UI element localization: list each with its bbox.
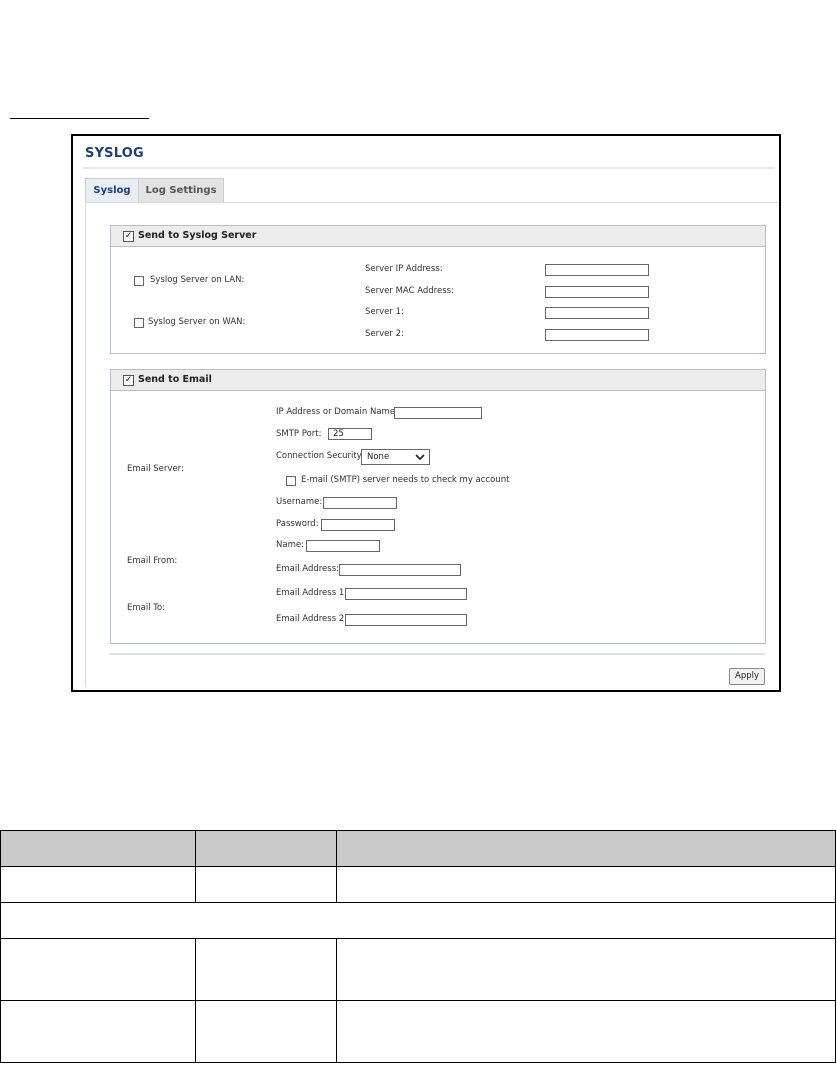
- tab-log-settings[interactable]: Log Settings: [138, 178, 224, 203]
- chevron-down-icon: [415, 450, 425, 469]
- page-title: SYSLOG: [85, 146, 144, 161]
- table-cell: [194, 866, 337, 903]
- table-cell: [194, 938, 337, 1001]
- table-cell: [0, 1000, 196, 1063]
- table-header-cell: [0, 830, 196, 867]
- password-input[interactable]: [321, 519, 395, 531]
- apply-button[interactable]: Apply: [729, 668, 765, 685]
- table-header-row: [0, 830, 837, 867]
- table-cell: [194, 1000, 337, 1063]
- apply-divider: [109, 653, 765, 655]
- syslog-section-header: ✓ Send to Syslog Server: [111, 226, 765, 247]
- table-cell: [0, 902, 836, 939]
- server1-input[interactable]: [545, 307, 649, 319]
- connection-security-label: Connection Security:: [276, 451, 364, 461]
- email-from-label: Email From:: [127, 556, 178, 566]
- syslog-lan-checkbox[interactable]: [134, 276, 144, 286]
- username-label: Username:: [276, 497, 323, 507]
- heading-underline: [10, 118, 149, 119]
- ip-domain-label: IP Address or Domain Name:: [276, 407, 398, 417]
- send-to-email-checkbox[interactable]: ✓: [123, 375, 134, 386]
- syslog-wan-label: Syslog Server on WAN:: [148, 317, 246, 327]
- smtp-port-input[interactable]: 25: [328, 428, 372, 440]
- from-address-label: Email Address:: [276, 564, 339, 574]
- smtp-auth-checkbox[interactable]: [286, 476, 296, 486]
- table-cell: [0, 938, 196, 1001]
- to-address2-label: Email Address 2:: [276, 614, 348, 624]
- parameter-table: [0, 830, 837, 1063]
- table-row: [0, 1000, 837, 1063]
- table-section-row: [0, 902, 836, 939]
- username-input[interactable]: [323, 497, 397, 509]
- table-row: [0, 938, 837, 1001]
- tab-syslog[interactable]: Syslog: [85, 178, 139, 203]
- table-header-cell: [194, 830, 337, 867]
- syslog-server-section: ✓ Send to Syslog Server Syslog Server on…: [110, 225, 766, 354]
- connection-security-select[interactable]: None: [361, 449, 430, 465]
- table-cell: [335, 866, 837, 903]
- to-address1-input[interactable]: [345, 588, 467, 600]
- from-name-input[interactable]: [306, 540, 380, 552]
- from-name-label: Name:: [276, 540, 304, 550]
- send-to-syslog-label: Send to Syslog Server: [138, 230, 257, 241]
- syslog-screenshot-frame: SYSLOG Syslog Log Settings ✓ Send to Sys…: [71, 134, 781, 692]
- server-mac-input[interactable]: [545, 286, 649, 298]
- server1-label: Server 1:: [365, 307, 404, 317]
- email-section-header: ✓ Send to Email: [111, 370, 765, 391]
- from-address-input[interactable]: [339, 564, 461, 576]
- table-cell: [335, 1000, 837, 1063]
- table-cell: [0, 866, 196, 903]
- send-to-email-section: ✓ Send to Email Email Server: Email From…: [110, 369, 766, 644]
- to-address2-input[interactable]: [345, 614, 467, 626]
- server-mac-label: Server MAC Address:: [365, 286, 454, 296]
- to-address1-label: Email Address 1:: [276, 588, 348, 598]
- table-cell: [335, 938, 837, 1001]
- server-ip-label: Server IP Address:: [365, 264, 443, 274]
- table-header-cell: [335, 830, 837, 867]
- server2-input[interactable]: [545, 329, 649, 341]
- server2-label: Server 2:: [365, 329, 404, 339]
- syslog-wan-checkbox[interactable]: [134, 318, 144, 328]
- syslog-lan-label: Syslog Server on LAN:: [150, 275, 245, 285]
- title-divider: [83, 167, 775, 169]
- connection-security-value: None: [367, 452, 390, 462]
- ip-domain-input[interactable]: [394, 407, 482, 419]
- table-row: [0, 866, 837, 903]
- send-to-syslog-checkbox[interactable]: ✓: [123, 231, 134, 242]
- password-label: Password:: [276, 519, 319, 529]
- email-to-label: Email To:: [127, 603, 166, 613]
- smtp-auth-label: E-mail (SMTP) server needs to check my a…: [301, 475, 510, 485]
- send-to-email-label: Send to Email: [138, 374, 212, 385]
- email-server-label: Email Server:: [127, 464, 184, 474]
- smtp-port-label: SMTP Port:: [276, 429, 322, 439]
- server-ip-input[interactable]: [545, 264, 649, 276]
